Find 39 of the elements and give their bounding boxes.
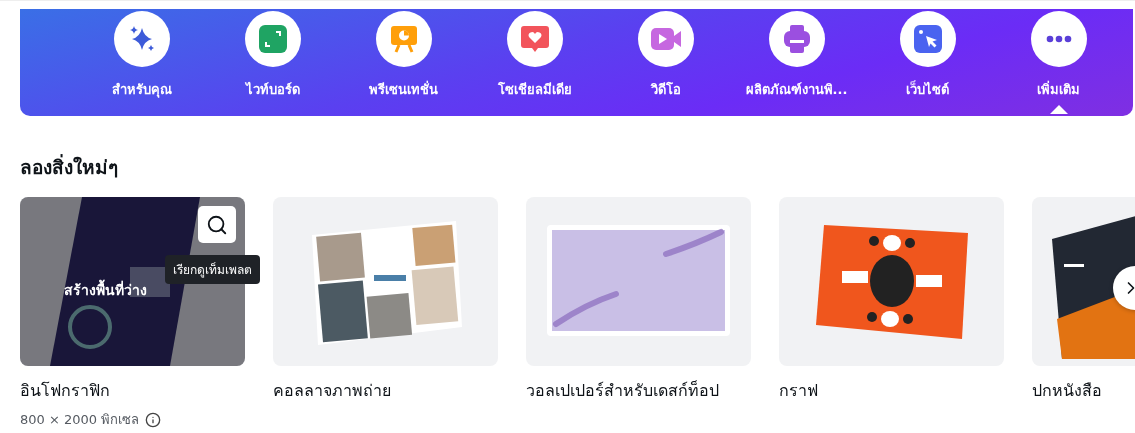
search-icon (206, 213, 228, 236)
category-tab[interactable]: เพิ่มเติม (993, 9, 1124, 116)
category-label: ผลิตภัณฑ์งานพิ... (745, 81, 848, 99)
category-tab[interactable]: ผลิตภัณฑ์งานพิ... (731, 9, 862, 116)
selected-pointer (1049, 105, 1068, 114)
category-tab[interactable]: ไวท์บอร์ด (207, 9, 338, 116)
category-tab[interactable]: วิดีโอ (600, 9, 731, 116)
category-label: พรีเซนเทชั่น (369, 79, 438, 99)
category-tab[interactable]: โซเชียลมีเดีย (469, 9, 600, 116)
category-label: วิดีโอ (650, 81, 681, 99)
search-button[interactable] (198, 206, 236, 243)
template-title[interactable]: วอลเปเปอร์สำหรับเดสก์ท็อป (526, 378, 751, 403)
more-icon (1045, 35, 1072, 43)
template-thumbnail[interactable] (526, 197, 751, 366)
category-tab[interactable]: พรีเซนเทชั่น (338, 9, 469, 116)
template-thumbnail[interactable] (779, 197, 1004, 366)
info-icon[interactable] (145, 411, 162, 428)
template-title[interactable]: คอลลาจภาพถ่าย (273, 378, 498, 403)
category-label: โซเชียลมีเดีย (497, 81, 572, 99)
cursor-window-icon (912, 24, 943, 54)
category-tab[interactable]: สำหรับคุณ (76, 9, 207, 116)
template-thumbnail[interactable] (273, 197, 498, 366)
template-title[interactable]: ปกหนังสือ (1032, 378, 1135, 403)
section-title: ลองสิ่งใหม่ๆ (20, 153, 119, 180)
category-label: สำหรับคุณ (111, 81, 172, 100)
video-camera-icon (649, 26, 682, 52)
category-label: เพิ่มเติม (1037, 79, 1080, 99)
printer-icon (781, 24, 812, 54)
template-size: 800 × 2000 พิกเซล (20, 411, 140, 429)
category-tab[interactable]: เว็บไซต์ (862, 9, 993, 116)
category-label: เว็บไซต์ (906, 79, 949, 99)
create-blank-text: สร้างพื้นที่ว่าง (64, 279, 147, 301)
category-label: ไวท์บอร์ด (245, 81, 300, 99)
heart-bubble-icon (519, 24, 550, 54)
template-title[interactable]: อินโฟกราฟิก (20, 378, 245, 403)
presentation-icon (388, 24, 419, 54)
tooltip: เรียกดูเท็มเพลต (165, 255, 260, 284)
template-title[interactable]: กราฟ (779, 378, 1004, 403)
whiteboard-icon (257, 24, 288, 54)
